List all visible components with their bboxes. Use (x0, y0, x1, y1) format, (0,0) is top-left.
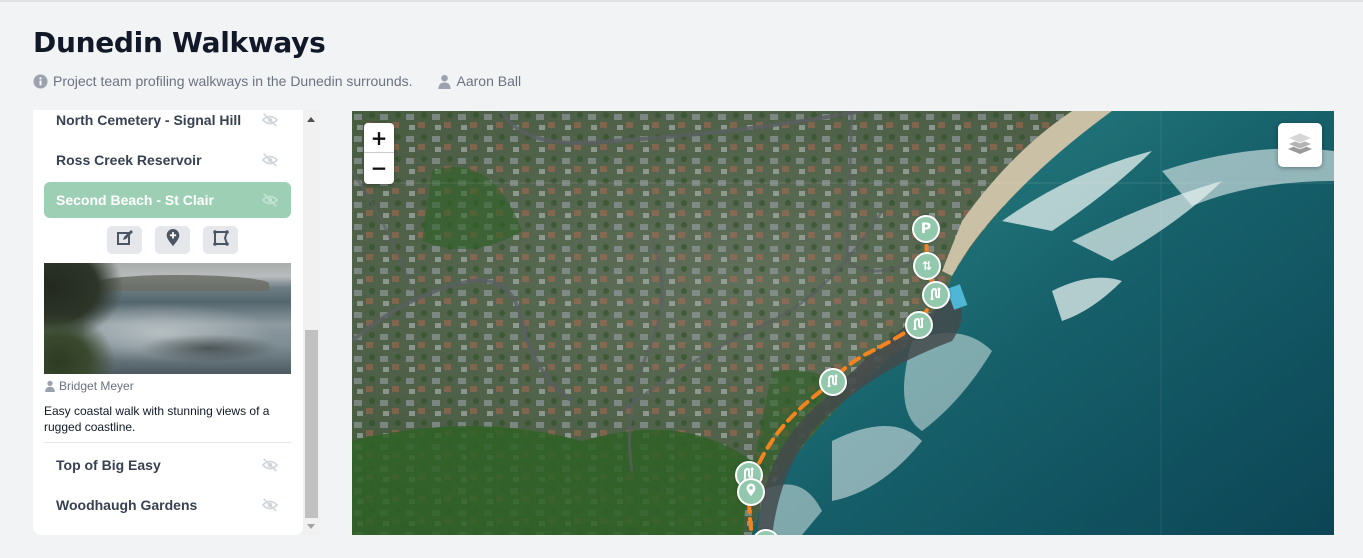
edit-icon (116, 229, 134, 252)
project-owner: Aaron Ball (437, 73, 522, 89)
zoom-in-button[interactable]: + (364, 123, 394, 153)
sidebar-scrollbar[interactable] (303, 110, 320, 535)
author-name: Bridget Meyer (59, 379, 134, 393)
track-marker[interactable] (905, 311, 933, 339)
walks-list-panel: North Cemetery - Signal Hill Ross Creek … (33, 110, 303, 535)
walk-item-label: North Cemetery - Signal Hill (56, 112, 242, 128)
track-marker[interactable] (922, 281, 950, 309)
edit-shape-button[interactable] (203, 226, 238, 254)
walk-item-label: Top of Big Easy (56, 457, 161, 473)
walk-item-selected[interactable]: Second Beach - St Clair (44, 182, 291, 218)
add-marker-button[interactable] (155, 226, 190, 254)
walk-description: Easy coastal walk with stunning views of… (44, 404, 270, 434)
polygon-icon (212, 229, 230, 252)
scrollbar-thumb[interactable] (305, 330, 318, 518)
parking-marker[interactable]: P (912, 215, 940, 243)
eye-off-icon[interactable] (261, 112, 279, 128)
eye-off-icon[interactable] (261, 192, 279, 208)
layers-icon (1286, 130, 1314, 161)
page-subtitle: Project team profiling walkways in the D… (33, 73, 521, 89)
eye-off-icon[interactable] (261, 457, 279, 473)
steps-marker[interactable]: ⇅ (913, 252, 941, 280)
point-of-interest-marker[interactable] (737, 478, 765, 506)
walk-item[interactable]: Ross Creek Reservoir (44, 142, 291, 178)
walk-photo[interactable] (44, 263, 291, 374)
scroll-up-arrow-icon[interactable] (307, 117, 315, 122)
user-icon (44, 380, 56, 392)
map-pin-icon (745, 482, 757, 502)
walk-item-label: Ross Creek Reservoir (56, 152, 202, 168)
user-icon (437, 74, 452, 89)
walk-tools (107, 226, 238, 254)
walk-item[interactable]: Top of Big Easy (44, 447, 291, 483)
owner-name: Aaron Ball (456, 73, 522, 89)
scroll-down-arrow-icon[interactable] (307, 524, 315, 529)
project-description: Project team profiling walkways in the D… (53, 73, 413, 89)
edit-walk-button[interactable] (107, 226, 142, 254)
layers-button[interactable] (1278, 123, 1322, 167)
eye-off-icon[interactable] (261, 152, 279, 168)
walk-item-label: Second Beach - St Clair (56, 192, 214, 208)
track-icon (912, 316, 926, 335)
walk-item[interactable]: North Cemetery - Signal Hill (44, 110, 291, 138)
track-icon (929, 286, 943, 305)
zoom-control: + − (364, 123, 394, 184)
map-view[interactable]: + − P ⇅ (352, 111, 1334, 535)
photo-author: Bridget Meyer (44, 379, 134, 393)
eye-off-icon[interactable] (261, 497, 279, 513)
page-title: Dunedin Walkways (33, 26, 326, 59)
walk-item-label: Woodhaugh Gardens (56, 497, 198, 513)
add-marker-icon (165, 228, 181, 252)
divider (44, 442, 291, 443)
track-marker[interactable] (819, 368, 847, 396)
satellite-imagery (352, 111, 1334, 535)
zoom-out-button[interactable]: − (364, 153, 394, 183)
info-icon (33, 73, 48, 89)
track-icon (826, 373, 840, 392)
walk-item[interactable]: Woodhaugh Gardens (44, 487, 291, 523)
